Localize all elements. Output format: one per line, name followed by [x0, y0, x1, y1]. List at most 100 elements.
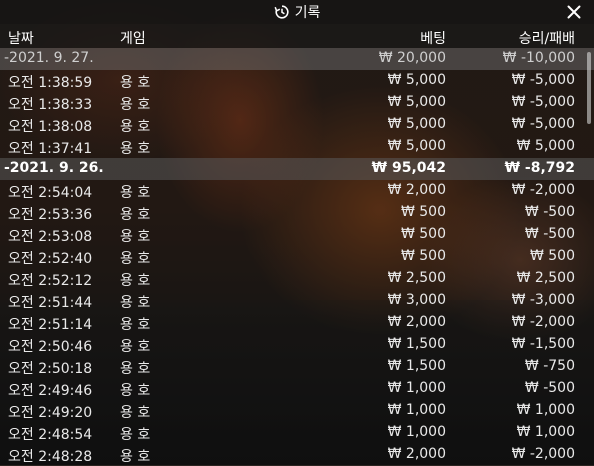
history-row: 오전 2:50:46 용 호 ₩ 1,500 ₩ -1,500	[0, 334, 594, 356]
row-result: ₩ -2,000	[511, 446, 575, 462]
row-result: ₩ -1,500	[511, 336, 575, 352]
row-result: ₩ -500	[524, 226, 575, 242]
column-game: 게임	[120, 31, 146, 47]
scrollbar-thumb[interactable]	[587, 52, 591, 124]
row-game: 용 호	[120, 317, 151, 333]
row-time: 오전 2:49:20	[8, 405, 93, 421]
history-row: 오전 2:49:46 용 호 ₩ 1,000 ₩ -500	[0, 378, 594, 400]
row-result: ₩ -5,000	[511, 72, 575, 88]
history-row: 오전 2:50:18 용 호 ₩ 1,500 ₩ -750	[0, 356, 594, 378]
history-row: 오전 2:53:08 용 호 ₩ 500 ₩ -500	[0, 224, 594, 246]
group-date: -2021. 9. 27.	[4, 50, 94, 66]
row-time: 오전 1:38:59	[8, 75, 93, 91]
row-time: 오전 1:38:08	[8, 119, 93, 135]
row-bet: ₩ 5,000	[387, 72, 446, 88]
column-bet: 베팅	[420, 31, 446, 47]
title-wrap: 기록	[274, 2, 321, 22]
date-group-row[interactable]: -2021. 9. 26. ₩ 95,042 ₩ -8,792	[0, 158, 594, 180]
history-row: 오전 1:38:33 용 호 ₩ 5,000 ₩ -5,000	[0, 92, 594, 114]
row-result: ₩ 2,500	[516, 270, 575, 286]
group-result-total: ₩ -8,792	[504, 160, 575, 176]
row-time: 오전 2:53:08	[8, 229, 93, 245]
row-bet: ₩ 5,000	[387, 94, 446, 110]
history-row: 오전 1:38:59 용 호 ₩ 5,000 ₩ -5,000	[0, 70, 594, 92]
row-game: 용 호	[120, 251, 151, 267]
history-row: 오전 2:51:14 용 호 ₩ 2,000 ₩ -2,000	[0, 312, 594, 334]
history-row: 오전 1:38:08 용 호 ₩ 5,000 ₩ -5,000	[0, 114, 594, 136]
column-date: 날짜	[8, 31, 34, 47]
row-bet: ₩ 2,500	[387, 270, 446, 286]
group-bet-total: ₩ 20,000	[378, 50, 446, 66]
history-row: 오전 2:48:28 용 호 ₩ 2,000 ₩ -2,000	[0, 444, 594, 466]
history-row: 오전 2:52:12 용 호 ₩ 2,500 ₩ 2,500	[0, 268, 594, 290]
row-bet: ₩ 500	[400, 226, 446, 242]
row-time: 오전 2:51:44	[8, 295, 93, 311]
row-bet: ₩ 3,000	[387, 292, 446, 308]
row-game: 용 호	[120, 273, 151, 289]
history-row: 오전 2:52:40 용 호 ₩ 500 ₩ 500	[0, 246, 594, 268]
row-result: ₩ -750	[524, 358, 575, 374]
history-row: 오전 2:48:54 용 호 ₩ 1,000 ₩ 1,000	[0, 422, 594, 444]
row-bet: ₩ 2,000	[387, 446, 446, 462]
date-group-row[interactable]: -2021. 9. 27. ₩ 20,000 ₩ -10,000	[0, 48, 594, 70]
row-bet: ₩ 5,000	[387, 138, 446, 154]
row-result: ₩ -3,000	[511, 292, 575, 308]
row-time: 오전 2:49:46	[8, 383, 93, 399]
row-time: 오전 2:52:40	[8, 251, 93, 267]
row-game: 용 호	[120, 361, 151, 377]
history-row: 오전 2:51:44 용 호 ₩ 3,000 ₩ -3,000	[0, 290, 594, 312]
row-game: 용 호	[120, 405, 151, 421]
row-time: 오전 1:37:41	[8, 141, 93, 157]
row-result: ₩ -5,000	[511, 94, 575, 110]
history-icon	[274, 4, 290, 20]
row-time: 오전 2:48:28	[8, 449, 93, 465]
history-row: 오전 2:54:04 용 호 ₩ 2,000 ₩ -2,000	[0, 180, 594, 202]
row-game: 용 호	[120, 119, 151, 135]
row-bet: ₩ 1,000	[387, 380, 446, 396]
history-row: 오전 2:49:20 용 호 ₩ 1,000 ₩ 1,000	[0, 400, 594, 422]
row-time: 오전 2:48:54	[8, 427, 93, 443]
column-header-row: 날짜 게임 베팅 승리/패배	[0, 24, 594, 48]
row-time: 오전 2:52:12	[8, 273, 93, 289]
row-game: 용 호	[120, 97, 151, 113]
row-bet: ₩ 500	[400, 204, 446, 220]
history-list[interactable]: -2021. 9. 27. ₩ 20,000 ₩ -10,000 오전 1:38…	[0, 48, 594, 466]
row-bet: ₩ 1,500	[387, 358, 446, 374]
row-game: 용 호	[120, 229, 151, 245]
row-bet: ₩ 2,000	[387, 314, 446, 330]
close-button[interactable]	[564, 2, 584, 22]
history-row: 오전 2:53:36 용 호 ₩ 500 ₩ -500	[0, 202, 594, 224]
row-result: ₩ -500	[524, 204, 575, 220]
history-header: 기록	[0, 0, 594, 24]
row-game: 용 호	[120, 339, 151, 355]
row-result: ₩ -5,000	[511, 116, 575, 132]
group-bet-total: ₩ 95,042	[371, 160, 446, 176]
row-game: 용 호	[120, 207, 151, 223]
row-time: 오전 2:54:04	[8, 185, 93, 201]
row-result: ₩ -500	[524, 380, 575, 396]
row-time: 오전 2:50:18	[8, 361, 93, 377]
row-result: ₩ 1,000	[516, 402, 575, 418]
group-result-total: ₩ -10,000	[502, 50, 575, 66]
page-title: 기록	[294, 5, 321, 21]
row-game: 용 호	[120, 383, 151, 399]
row-game: 용 호	[120, 295, 151, 311]
row-time: 오전 2:51:14	[8, 317, 93, 333]
close-icon[interactable]	[567, 5, 581, 19]
row-bet: ₩ 1,500	[387, 336, 446, 352]
row-game: 용 호	[120, 75, 151, 91]
group-date: -2021. 9. 26.	[4, 160, 104, 176]
row-game: 용 호	[120, 141, 151, 157]
row-result: ₩ 500	[529, 248, 575, 264]
row-bet: ₩ 2,000	[387, 182, 446, 198]
column-result: 승리/패배	[518, 31, 575, 47]
row-bet: ₩ 5,000	[387, 116, 446, 132]
row-result: ₩ 1,000	[516, 424, 575, 440]
history-row: 오전 1:37:41 용 호 ₩ 5,000 ₩ 5,000	[0, 136, 594, 158]
row-game: 용 호	[120, 449, 151, 465]
row-result: ₩ -2,000	[511, 182, 575, 198]
row-time: 오전 1:38:33	[8, 97, 93, 113]
row-bet: ₩ 1,000	[387, 402, 446, 418]
row-result: ₩ -2,000	[511, 314, 575, 330]
row-result: ₩ 5,000	[516, 138, 575, 154]
